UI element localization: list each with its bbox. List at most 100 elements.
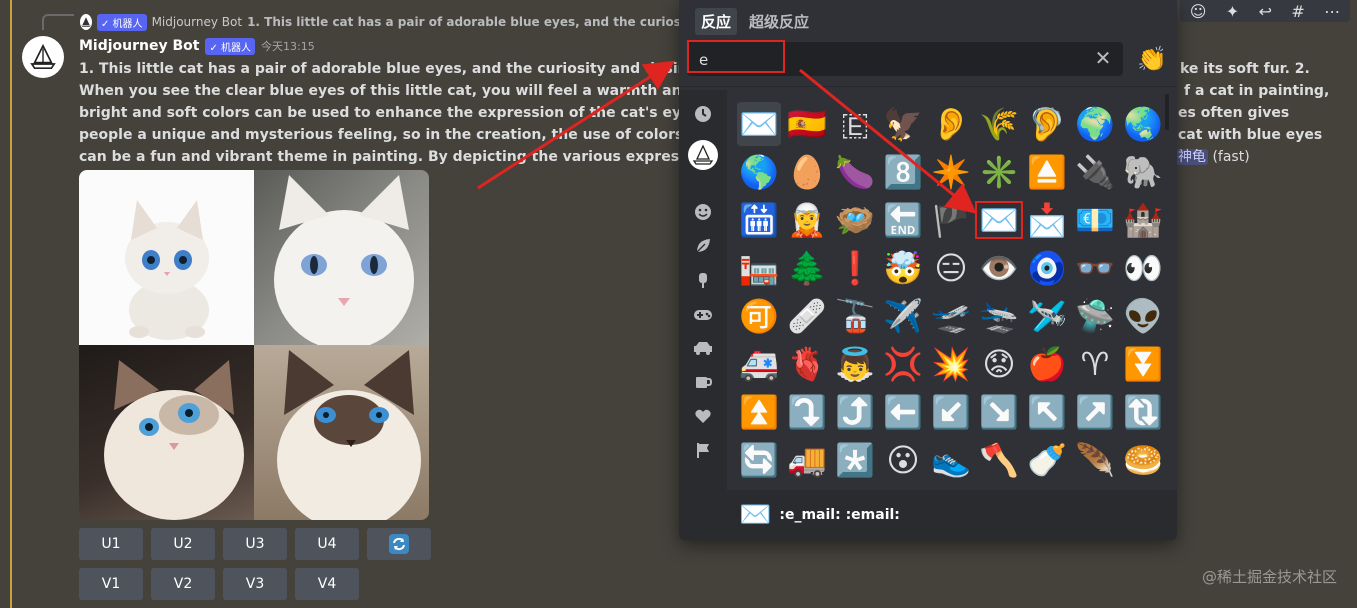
reply-icon[interactable]: ↩	[1259, 2, 1272, 21]
emoji-option[interactable]: 🏴	[929, 198, 973, 242]
emoji-option[interactable]: 🚚	[785, 438, 829, 482]
emoji-option[interactable]: ⏫	[737, 390, 781, 434]
emoji-option[interactable]: 😑	[929, 246, 973, 290]
cat-image-2[interactable]	[254, 170, 429, 345]
reroll-button[interactable]	[367, 528, 431, 560]
thread-icon[interactable]: #	[1291, 2, 1304, 21]
emoji-option[interactable]: ↗️	[1073, 390, 1117, 434]
emoji-option[interactable]: 🍆	[833, 150, 877, 194]
cup-icon[interactable]	[691, 370, 715, 394]
v3-button[interactable]: V3	[223, 568, 287, 600]
emoji-option[interactable]: ✴️	[929, 150, 973, 194]
gamepad-icon[interactable]	[691, 302, 715, 326]
emoji-option[interactable]: 🏰	[1121, 198, 1165, 242]
emoji-option[interactable]: 😟	[977, 342, 1021, 386]
user-mention[interactable]: 神龟	[1176, 149, 1208, 165]
v1-button[interactable]: V1	[79, 568, 143, 600]
emoji-option[interactable]: ⏬	[1121, 342, 1165, 386]
leaf-icon[interactable]	[691, 234, 715, 258]
emoji-option[interactable]: 🛗	[737, 198, 781, 242]
emoji-option[interactable]: 👂	[929, 102, 973, 146]
emoji-option[interactable]: 🪺	[833, 198, 877, 242]
emoji-option[interactable]: 🌾	[977, 102, 1021, 146]
reply-preview[interactable]: ✓ 机器人 Midjourney Bot 1. This little cat …	[80, 12, 680, 32]
tab-reactions[interactable]: 反应	[695, 8, 738, 35]
emoji-option[interactable]: 🏣	[737, 246, 781, 290]
emoji-option[interactable]: 🐘	[1121, 150, 1165, 194]
emoji-option[interactable]: 💶	[1073, 198, 1117, 242]
emoji-option[interactable]: ❗	[833, 246, 877, 290]
emoji-option[interactable]: 😮	[881, 438, 925, 482]
emoji-option[interactable]: 🌏	[1121, 102, 1165, 146]
clock-icon[interactable]	[691, 102, 715, 126]
v2-button[interactable]: V2	[151, 568, 215, 600]
emoji-option[interactable]: 💥	[929, 342, 973, 386]
midjourney-icon[interactable]	[688, 140, 718, 170]
emoji-option[interactable]: ↖️	[1025, 390, 1069, 434]
emoji-option[interactable]: 👀	[1121, 246, 1165, 290]
cat-image-3[interactable]	[79, 345, 254, 520]
emoji-option[interactable]: 🛬	[977, 294, 1021, 338]
emoji-option[interactable]: 🛸	[1073, 294, 1117, 338]
smile-icon[interactable]	[691, 200, 715, 224]
emoji-option[interactable]: 👼	[833, 342, 877, 386]
emoji-option[interactable]: 🔃	[1121, 390, 1165, 434]
emoji-option[interactable]: 🛫	[929, 294, 973, 338]
emoji-option[interactable]: *️⃣	[833, 438, 877, 482]
emoji-option[interactable]: 🦻	[1025, 102, 1069, 146]
emoji-option[interactable]: 🛩️	[1025, 294, 1069, 338]
emoji-option[interactable]: 👽	[1121, 294, 1165, 338]
u1-button[interactable]: U1	[79, 528, 143, 560]
emoji-option[interactable]: 📩	[1025, 198, 1069, 242]
emoji-option[interactable]: 👁️	[977, 246, 1021, 290]
emoji-option[interactable]: 🥚	[785, 150, 829, 194]
tab-super-reactions[interactable]: 超级反应	[743, 8, 815, 35]
emoji-option[interactable]: 👓	[1073, 246, 1117, 290]
emoji-option[interactable]: 🌲	[785, 246, 829, 290]
emoji-option[interactable]: 🌎	[737, 150, 781, 194]
emoji-option[interactable]: ✳️	[977, 150, 1021, 194]
emoji-option[interactable]: 8️⃣	[881, 150, 925, 194]
icecream-icon[interactable]	[691, 268, 715, 292]
clear-search-icon[interactable]: ✕	[1093, 48, 1113, 68]
scrollbar[interactable]	[1165, 94, 1169, 130]
emoji-option[interactable]: ↙️	[929, 390, 973, 434]
more-icon[interactable]: ⋯	[1324, 2, 1340, 21]
car-icon[interactable]	[691, 336, 715, 360]
emoji-option[interactable]: ⤴️	[833, 390, 877, 434]
cat-image-1[interactable]	[79, 170, 254, 345]
emoji-option[interactable]: 💢	[881, 342, 925, 386]
emoji-option[interactable]: 🇪🇸	[785, 102, 829, 146]
skin-tone-button[interactable]: 👏	[1137, 44, 1167, 74]
emoji-option[interactable]: 🤯	[881, 246, 925, 290]
emoji-option[interactable]: ⏏️	[1025, 150, 1069, 194]
add-reaction-icon[interactable]: ☺	[1190, 2, 1207, 21]
cat-image-4[interactable]	[254, 345, 429, 520]
emoji-option[interactable]: 🍼	[1025, 438, 1069, 482]
emoji-option[interactable]: 👟	[929, 438, 973, 482]
emoji-option[interactable]: 🥯	[1121, 438, 1165, 482]
emoji-option[interactable]: ✉️	[977, 198, 1021, 242]
emoji-option[interactable]: ⬅️	[881, 390, 925, 434]
emoji-option[interactable]: 🦅	[881, 102, 925, 146]
emoji-option[interactable]: 🔌	[1073, 150, 1117, 194]
emoji-option[interactable]: ♈	[1073, 342, 1117, 386]
author-name[interactable]: Midjourney Bot	[79, 38, 199, 54]
emoji-option[interactable]: ✉️	[737, 102, 781, 146]
emoji-option[interactable]: 🧿	[1025, 246, 1069, 290]
image-grid[interactable]	[79, 170, 429, 520]
emoji-option[interactable]: ✈️	[881, 294, 925, 338]
emoji-option[interactable]: 🇪	[833, 102, 877, 146]
emoji-option[interactable]: 🔄	[737, 438, 781, 482]
avatar[interactable]	[22, 36, 64, 78]
emoji-option[interactable]: ⤵️	[785, 390, 829, 434]
emoji-search-input[interactable]	[697, 42, 1081, 78]
u3-button[interactable]: U3	[223, 528, 287, 560]
v4-button[interactable]: V4	[295, 568, 359, 600]
emoji-option[interactable]: 🌍	[1073, 102, 1117, 146]
emoji-option[interactable]: 🫀	[785, 342, 829, 386]
super-reaction-icon[interactable]: ✦	[1226, 2, 1239, 21]
emoji-option[interactable]: 🧝	[785, 198, 829, 242]
emoji-option[interactable]: 🪓	[977, 438, 1021, 482]
emoji-option[interactable]: 🚑	[737, 342, 781, 386]
